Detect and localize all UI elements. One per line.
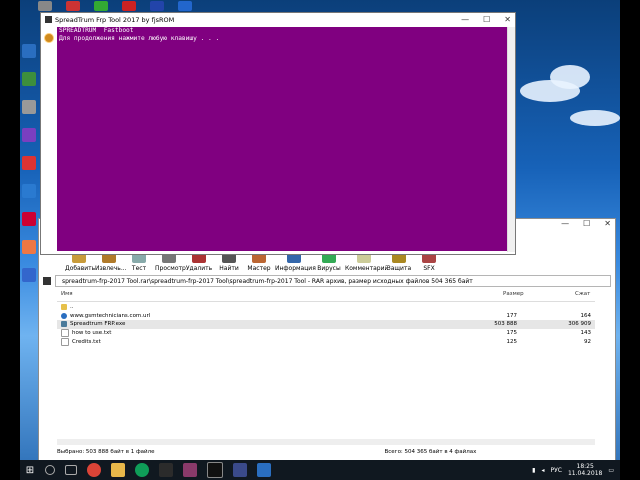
app-icon[interactable] xyxy=(38,1,52,11)
explorer-icon[interactable] xyxy=(111,463,125,477)
minimize-icon[interactable]: — xyxy=(461,15,469,24)
clock-date: 11.04.2018 xyxy=(567,470,603,477)
minimize-icon[interactable]: — xyxy=(561,219,569,228)
folder-icon xyxy=(61,304,67,311)
list-item[interactable]: Spreadtrum FRP.exe 503 888 306 909 xyxy=(57,320,595,329)
clock-time: 18:25 xyxy=(576,463,594,470)
vertical-scrollbar[interactable] xyxy=(507,27,515,252)
list-item[interactable]: how to use.txt 175 143 xyxy=(57,329,595,338)
notifications-icon[interactable]: ▭ xyxy=(608,467,614,474)
network-icon[interactable]: ▮ xyxy=(532,467,535,474)
search-icon[interactable] xyxy=(45,465,55,475)
console-window: SpreadTrum Frp Tool 2017 by fjsROM — ☐ ✕… xyxy=(40,12,516,255)
list-item[interactable]: Credits.txt 125 92 xyxy=(57,337,595,346)
winrar-icon[interactable] xyxy=(183,463,197,477)
system-tray: ▮ ◂ РУС 18:25 11.04.2018 ▭ xyxy=(532,463,620,477)
desktop-icon[interactable] xyxy=(22,240,36,254)
path-field[interactable]: spreadtrum-frp-2017 Tool.rar\spreadtrum-… xyxy=(55,275,611,287)
status-selected: Выбрано: 503 888 байт в 1 файле xyxy=(57,449,155,455)
desktop-icon[interactable] xyxy=(22,44,36,58)
console-line: Для продолжения нажмите любую клавишу . … xyxy=(59,35,220,42)
desktop: — ☐ ✕ Добавить Извлечь... Тест Просмотр … xyxy=(20,0,620,480)
desktop-top-icons xyxy=(20,0,620,12)
text-file-icon xyxy=(61,329,69,338)
maximize-icon[interactable]: ☐ xyxy=(483,15,490,24)
exe-file-icon xyxy=(61,321,67,328)
volume-icon[interactable]: ◂ xyxy=(541,467,544,474)
desktop-icon[interactable] xyxy=(22,268,36,282)
app-icon[interactable] xyxy=(150,1,164,11)
app-icon[interactable] xyxy=(257,463,271,477)
clock[interactable]: 18:25 11.04.2018 xyxy=(568,463,602,477)
mouse-cursor-highlight xyxy=(44,33,54,43)
task-view-icon[interactable] xyxy=(65,465,77,475)
chrome-icon[interactable] xyxy=(87,463,101,477)
status-bar: Выбрано: 503 888 байт в 1 файле Всего: 5… xyxy=(57,447,595,457)
windows-logo-icon: ⊞ xyxy=(25,464,35,476)
list-item[interactable]: .. xyxy=(57,303,595,312)
app-icon[interactable] xyxy=(66,1,80,11)
close-icon[interactable]: ✕ xyxy=(604,219,611,228)
desktop-icon[interactable] xyxy=(22,100,36,114)
close-icon[interactable]: ✕ xyxy=(504,15,511,24)
console-icon[interactable] xyxy=(207,462,223,478)
text-file-icon xyxy=(61,337,69,346)
desktop-icon[interactable] xyxy=(22,72,36,86)
start-button[interactable]: ⊞ xyxy=(20,460,40,480)
file-list: .. www.gsmtechnicians.com.url 177 164 Sp… xyxy=(57,303,595,346)
console-titlebar[interactable]: SpreadTrum Frp Tool 2017 by fjsROM — ☐ ✕ xyxy=(41,13,515,27)
maximize-icon[interactable]: ☐ xyxy=(583,219,590,228)
file-list-header: Имя Размер Сжат xyxy=(57,291,595,302)
list-item[interactable]: www.gsmtechnicians.com.url 177 164 xyxy=(57,312,595,321)
taskbar: ⊞ ▮ ◂ РУС 18:25 11.04.2018 ▭ xyxy=(20,460,620,480)
column-packed[interactable]: Сжат xyxy=(575,291,590,297)
horizontal-scrollbar[interactable] xyxy=(57,439,595,445)
chrome-icon[interactable] xyxy=(135,463,149,477)
desktop-icon[interactable] xyxy=(22,212,36,226)
console-line: SPREADTRUM Fastboot xyxy=(59,27,134,34)
status-total: Всего: 504 365 байт в 4 файлах xyxy=(384,449,477,455)
desktop-icon[interactable] xyxy=(22,128,36,142)
app-icon[interactable] xyxy=(178,1,192,11)
console-app-icon xyxy=(45,16,52,23)
winrar-address-bar: spreadtrum-frp-2017 Tool.rar\spreadtrum-… xyxy=(43,275,611,287)
app-icon[interactable] xyxy=(233,463,247,477)
console-output[interactable]: SPREADTRUM Fastboot Для продолжения нажм… xyxy=(57,27,507,251)
app-icon[interactable] xyxy=(122,1,136,11)
column-size[interactable]: Размер xyxy=(503,291,524,297)
desktop-icon[interactable] xyxy=(22,184,36,198)
up-folder-icon[interactable] xyxy=(43,277,51,285)
column-name[interactable]: Имя xyxy=(61,291,73,297)
app-icon[interactable] xyxy=(159,463,173,477)
desktop-icons-column xyxy=(20,44,38,296)
globe-icon xyxy=(61,312,67,319)
language-indicator[interactable]: РУС xyxy=(551,467,562,474)
window-title: SpreadTrum Frp Tool 2017 by fjsROM xyxy=(55,16,175,24)
desktop-icon[interactable] xyxy=(22,156,36,170)
app-icon[interactable] xyxy=(94,1,108,11)
